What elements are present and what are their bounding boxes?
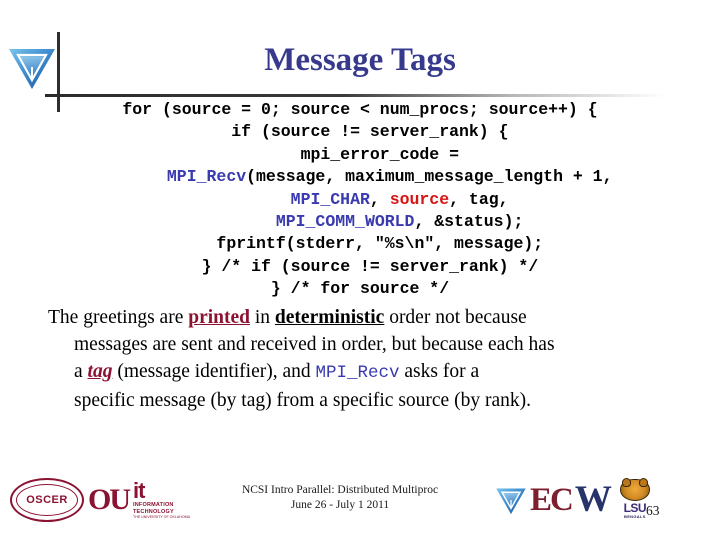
ou-logo: OU [88, 483, 131, 516]
body-line: specific message (by tag) from a specifi… [46, 387, 674, 414]
oscer-logo-label: OSCER [25, 494, 69, 506]
body-text-run: (message identifier), and [112, 361, 316, 382]
footer-line-2: June 26 - July 1 2011 [290, 499, 390, 511]
page-title: Message Tags [264, 42, 456, 78]
footer-text: NCSI Intro Parallel: Distributed Multipr… [180, 483, 500, 513]
code-line: MPI_Recv(message, maximum_message_length… [0, 166, 720, 188]
body-text-run: messages are sent and received in order,… [74, 334, 555, 355]
code-line: } /* for source */ [0, 278, 720, 300]
footer-logos-right: EC W LSU BENGALS [494, 478, 653, 521]
code-token-src: source [389, 189, 450, 209]
code-token: (message, maximum_message_length + 1, [246, 167, 613, 187]
code-token: } /* if (source != server_rank) */ [181, 256, 539, 276]
lsu-logo-label: LSU [623, 501, 647, 515]
body-text-run: a [74, 361, 88, 382]
code-token: mpi_error_code = [260, 144, 460, 164]
body-text-run: in [250, 307, 275, 328]
code-token: fprintf(stderr, "%s\n", message); [176, 234, 544, 254]
body-text-run: The greetings are [48, 307, 189, 328]
body-emphasis-black-bold: deterministic [274, 307, 385, 328]
code-token-mpi: MPI_CHAR [290, 189, 370, 209]
code-line: } /* if (source != server_rank) */ [0, 256, 720, 278]
body-paragraph: The greetings are printed in determinist… [46, 304, 674, 414]
code-token: , [369, 189, 390, 209]
code-line: MPI_COMM_WORLD, &status); [0, 211, 720, 233]
body-text-run: order not because [384, 307, 527, 328]
code-line: for (source = 0; source < num_procs; sou… [0, 99, 720, 121]
body-line: a tag (message identifier), and MPI_Recv… [46, 358, 674, 387]
body-line: The greetings are printed in determinist… [46, 304, 674, 331]
code-token: } /* for source */ [270, 279, 450, 299]
lsu-logo-sub: BENGALS [624, 514, 646, 519]
w-logo: W [574, 479, 612, 520]
code-block: for (source = 0; source < num_procs; sou… [0, 99, 720, 301]
code-token: , tag, [449, 189, 509, 209]
page-number: 63 [646, 503, 660, 518]
ec-logo: EC [530, 482, 574, 518]
code-line: if (source != server_rank) { [0, 121, 720, 143]
body-line: messages are sent and received in order,… [46, 331, 674, 358]
code-line: mpi_error_code = [0, 144, 720, 166]
code-token-mpi: MPI_COMM_WORLD [275, 212, 415, 232]
footer-logos-left: OSCER OU it INFORMATION TECHNOLOGY THE U… [10, 478, 190, 522]
header-horizontal-rule [45, 94, 665, 97]
code-token: if (source != server_rank) { [211, 122, 509, 142]
body-emphasis-mono-blue: MPI_Recv [315, 363, 400, 383]
ou-it-logo-sub3: THE UNIVERSITY OF OKLAHOMA [133, 515, 191, 520]
code-token-mpi: MPI_Recv [166, 167, 247, 187]
footer-line-1: NCSI Intro Parallel: Distributed Multipr… [241, 484, 439, 496]
footer-triangle-logo [494, 484, 528, 516]
tiger-head-icon [619, 478, 650, 501]
code-token: for (source = 0; source < num_procs; sou… [122, 100, 598, 119]
code-line: fprintf(stderr, "%s\n", message); [0, 233, 720, 255]
body-emphasis-maroon: printed [188, 307, 250, 328]
body-text-run: asks for a [399, 361, 480, 382]
oscer-seal-logo: OSCER [10, 478, 84, 522]
body-emphasis-maroon-italic: tag [87, 361, 113, 382]
code-token: , &status); [414, 212, 524, 232]
body-text-run: specific message (by tag) from a specifi… [74, 390, 531, 411]
code-line: MPI_CHAR, source, tag, [0, 189, 720, 211]
